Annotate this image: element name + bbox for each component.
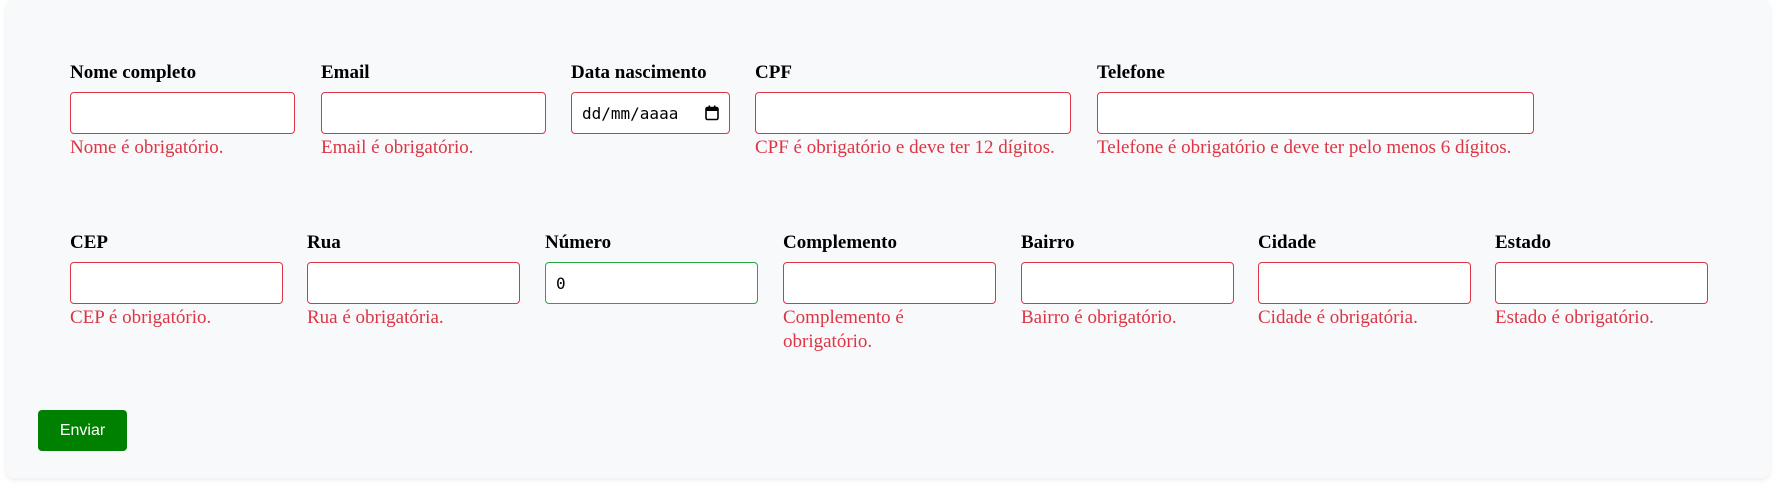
telefone-input[interactable] [1097,92,1534,134]
field-bairro: Bairro Bairro é obrigatório. [1021,232,1234,330]
nome-completo-input[interactable] [70,92,295,134]
complemento-label: Complemento [783,232,897,253]
email-input[interactable] [321,92,546,134]
rua-error: Rua é obrigatória. [307,307,444,328]
complemento-error: Complemento é obrigatório. [783,307,904,352]
numero-input[interactable] [545,262,758,304]
field-estado: Estado Estado é obrigatório. [1495,232,1708,330]
field-rua: Rua Rua é obrigatória. [307,232,520,330]
cidade-label: Cidade [1258,232,1317,253]
field-cep: CEP CEP é obrigatório. [70,232,283,330]
cep-label: CEP [70,232,108,253]
cidade-error: Cidade é obrigatória. [1258,307,1418,328]
nome-completo-label: Nome completo [70,62,197,83]
data-nascimento-input[interactable]: dd/mm/aaaa [571,92,730,134]
date-placeholder: dd/mm/aaaa [582,103,679,123]
cidade-input[interactable] [1258,262,1471,304]
rua-input[interactable] [307,262,520,304]
complemento-input[interactable] [783,262,996,304]
telefone-label: Telefone [1097,62,1165,83]
cep-input[interactable] [70,262,283,304]
calendar-icon[interactable] [705,105,719,121]
email-label: Email [321,62,370,83]
field-data-nascimento: Data nascimento dd/mm/aaaa [571,62,731,134]
cpf-label: CPF [755,62,792,83]
bairro-input[interactable] [1021,262,1234,304]
cpf-error: CPF é obrigatório e deve ter 12 dígitos. [755,137,1055,158]
submit-button[interactable]: Enviar [38,410,127,451]
form-card: Nome completo Nome é obrigatório. Email … [6,0,1770,478]
telefone-error: Telefone é obrigatório e deve ter pelo m… [1097,137,1512,158]
field-numero: Número [545,232,758,304]
estado-label: Estado [1495,232,1551,253]
cpf-input[interactable] [755,92,1071,134]
estado-error: Estado é obrigatório. [1495,307,1654,328]
field-telefone: Telefone Telefone é obrigatório e deve t… [1097,62,1537,160]
field-complemento: Complemento Complemento é obrigatório. [783,232,996,354]
email-error: Email é obrigatório. [321,137,474,158]
field-cpf: CPF CPF é obrigatório e deve ter 12 dígi… [755,62,1072,160]
field-nome-completo: Nome completo Nome é obrigatório. [70,62,295,160]
cep-error: CEP é obrigatório. [70,307,212,328]
field-cidade: Cidade Cidade é obrigatória. [1258,232,1471,330]
numero-label: Número [545,232,612,253]
field-email: Email Email é obrigatório. [321,62,546,160]
rua-label: Rua [307,232,341,253]
estado-input[interactable] [1495,262,1708,304]
data-nascimento-label: Data nascimento [571,62,707,83]
nome-completo-error: Nome é obrigatório. [70,137,224,158]
bairro-label: Bairro [1021,232,1075,253]
bairro-error: Bairro é obrigatório. [1021,307,1177,328]
